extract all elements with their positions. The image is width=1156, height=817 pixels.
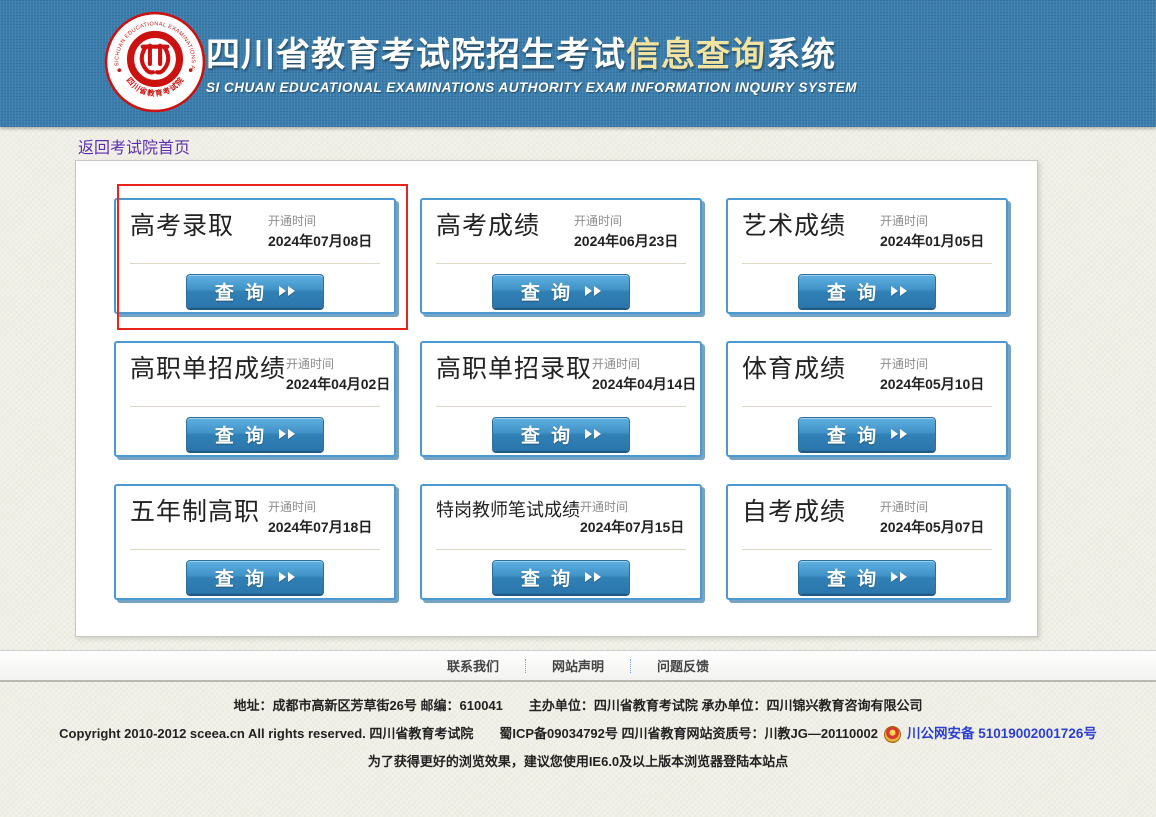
query-button[interactable]: 查 询 [186, 560, 324, 594]
double-arrow-icon [889, 429, 907, 439]
query-button[interactable]: 查 询 [186, 274, 324, 308]
query-services-panel: 高考录取 开通时间 2024年07月08日 查 询 高考成绩 开通时间 2024年0… [75, 160, 1038, 637]
open-time-date: 2024年07月08日 [268, 231, 380, 251]
open-time-date: 2024年01月05日 [880, 231, 992, 251]
card-title: 高职单招成绩 [130, 353, 286, 386]
divider [742, 406, 992, 407]
double-arrow-icon [277, 286, 295, 296]
query-button-label: 查 询 [521, 278, 573, 305]
back-to-home-link[interactable]: 返回考试院首页 [78, 134, 190, 158]
footer-address-line: 地址：成都市高新区芳草街26号 邮编：610041 主办单位：四川省教育考试院 … [0, 692, 1156, 720]
query-button-label: 查 询 [521, 421, 573, 448]
divider [130, 406, 380, 407]
card-gaokao-chengji: 高考成绩 开通时间 2024年06月23日 查 询 [420, 198, 702, 314]
open-time-label: 开通时间 [880, 212, 992, 229]
open-time-date: 2024年04月02日 [286, 374, 398, 394]
divider [436, 263, 686, 264]
site-title: 四川省教育考试院招生考试信息查询系统 [206, 27, 857, 76]
footer-link-site-statement[interactable]: 网站声明 [526, 656, 630, 675]
open-time-label: 开通时间 [286, 355, 398, 372]
card-wunianzhi-gaozhi: 五年制高职 开通时间 2024年07月18日 查 询 [114, 484, 396, 600]
card-zikao-chengji: 自考成绩 开通时间 2024年05月07日 查 询 [726, 484, 1008, 600]
double-arrow-icon [583, 286, 601, 296]
card-title: 高考成绩 [436, 210, 540, 243]
card-title: 高职单招录取 [436, 353, 592, 386]
open-time-date: 2024年07月18日 [268, 517, 380, 537]
query-button-label: 查 询 [215, 564, 267, 591]
query-button-label: 查 询 [215, 278, 267, 305]
card-gaokao-luqu: 高考录取 开通时间 2024年07月08日 查 询 [114, 198, 396, 314]
query-button[interactable]: 查 询 [798, 274, 936, 308]
beian-link[interactable]: 川公网安备 51019002001726号 [907, 720, 1097, 748]
query-button-label: 查 询 [827, 421, 879, 448]
query-button[interactable]: 查 询 [492, 274, 630, 308]
open-time-date: 2024年06月23日 [574, 231, 686, 251]
divider [742, 263, 992, 264]
query-button-label: 查 询 [827, 564, 879, 591]
header-banner: SICHUAN EDUCATIONAL EXAMINATIONS AUTHORI… [0, 0, 1156, 127]
footer-browser-tip: 为了获得更好的浏览效果，建议您使用IE6.0及以上版本浏览器登陆本站点 [0, 748, 1156, 776]
card-title: 艺术成绩 [742, 210, 846, 243]
site-title-highlight: 信息查询 [626, 36, 766, 74]
open-time-label: 开通时间 [268, 212, 380, 229]
double-arrow-icon [277, 572, 295, 582]
open-time-label: 开通时间 [574, 212, 686, 229]
card-title: 自考成绩 [742, 496, 846, 529]
double-arrow-icon [583, 572, 601, 582]
sceea-logo-icon: SICHUAN EDUCATIONAL EXAMINATIONS AUTHORI… [104, 11, 206, 113]
query-button[interactable]: 查 询 [798, 417, 936, 451]
site-title-part1: 四川省教育考试院招生考试 [206, 36, 626, 74]
divider [436, 549, 686, 550]
site-title-part2: 系统 [766, 36, 836, 74]
query-button[interactable]: 查 询 [492, 417, 630, 451]
open-time-label: 开通时间 [880, 498, 992, 515]
divider [130, 263, 380, 264]
double-arrow-icon [583, 429, 601, 439]
card-tegang-jiaoshi-bishi: 特岗教师笔试成绩 开通时间 2024年07月15日 查 询 [420, 484, 702, 600]
footer-copyright-line: Copyright 2010-2012 sceea.cn All rights … [0, 720, 1156, 748]
site-subtitle: SI CHUAN EDUCATIONAL EXAMINATIONS AUTHOR… [206, 80, 857, 95]
query-button-label: 查 询 [215, 421, 267, 448]
footer-link-feedback[interactable]: 问题反馈 [631, 656, 735, 675]
police-badge-icon [884, 726, 901, 743]
card-gaozhi-danzhao-luqu: 高职单招录取 开通时间 2024年04月14日 查 询 [420, 341, 702, 457]
footer-info: 地址：成都市高新区芳草街26号 邮编：610041 主办单位：四川省教育考试院 … [0, 692, 1156, 776]
card-yishu-chengji: 艺术成绩 开通时间 2024年01月05日 查 询 [726, 198, 1008, 314]
open-time-date: 2024年05月10日 [880, 374, 992, 394]
query-button-label: 查 询 [827, 278, 879, 305]
card-tiyu-chengji: 体育成绩 开通时间 2024年05月10日 查 询 [726, 341, 1008, 457]
query-button[interactable]: 查 询 [492, 560, 630, 594]
card-title: 五年制高职 [130, 496, 260, 529]
query-button[interactable]: 查 询 [186, 417, 324, 451]
divider [130, 549, 380, 550]
divider [436, 406, 686, 407]
card-gaozhi-danzhao-chengji: 高职单招成绩 开通时间 2024年04月02日 查 询 [114, 341, 396, 457]
double-arrow-icon [277, 429, 295, 439]
open-time-label: 开通时间 [592, 355, 704, 372]
open-time-date: 2024年07月15日 [580, 517, 692, 537]
open-time-label: 开通时间 [880, 355, 992, 372]
open-time-date: 2024年05月07日 [880, 517, 992, 537]
card-title: 体育成绩 [742, 353, 846, 386]
query-button-label: 查 询 [521, 564, 573, 591]
open-time-label: 开通时间 [580, 498, 692, 515]
query-button[interactable]: 查 询 [798, 560, 936, 594]
copyright-text: Copyright 2010-2012 sceea.cn All rights … [59, 720, 878, 748]
double-arrow-icon [889, 286, 907, 296]
footer-link-contact-us[interactable]: 联系我们 [421, 656, 525, 675]
footer-link-bar: 联系我们 网站声明 问题反馈 [0, 650, 1156, 682]
open-time-label: 开通时间 [268, 498, 380, 515]
double-arrow-icon [889, 572, 907, 582]
card-title: 高考录取 [130, 210, 234, 243]
open-time-date: 2024年04月14日 [592, 374, 704, 394]
card-title: 特岗教师笔试成绩 [436, 496, 580, 525]
divider [742, 549, 992, 550]
card-grid: 高考录取 开通时间 2024年07月08日 查 询 高考成绩 开通时间 2024年0… [76, 161, 1037, 600]
